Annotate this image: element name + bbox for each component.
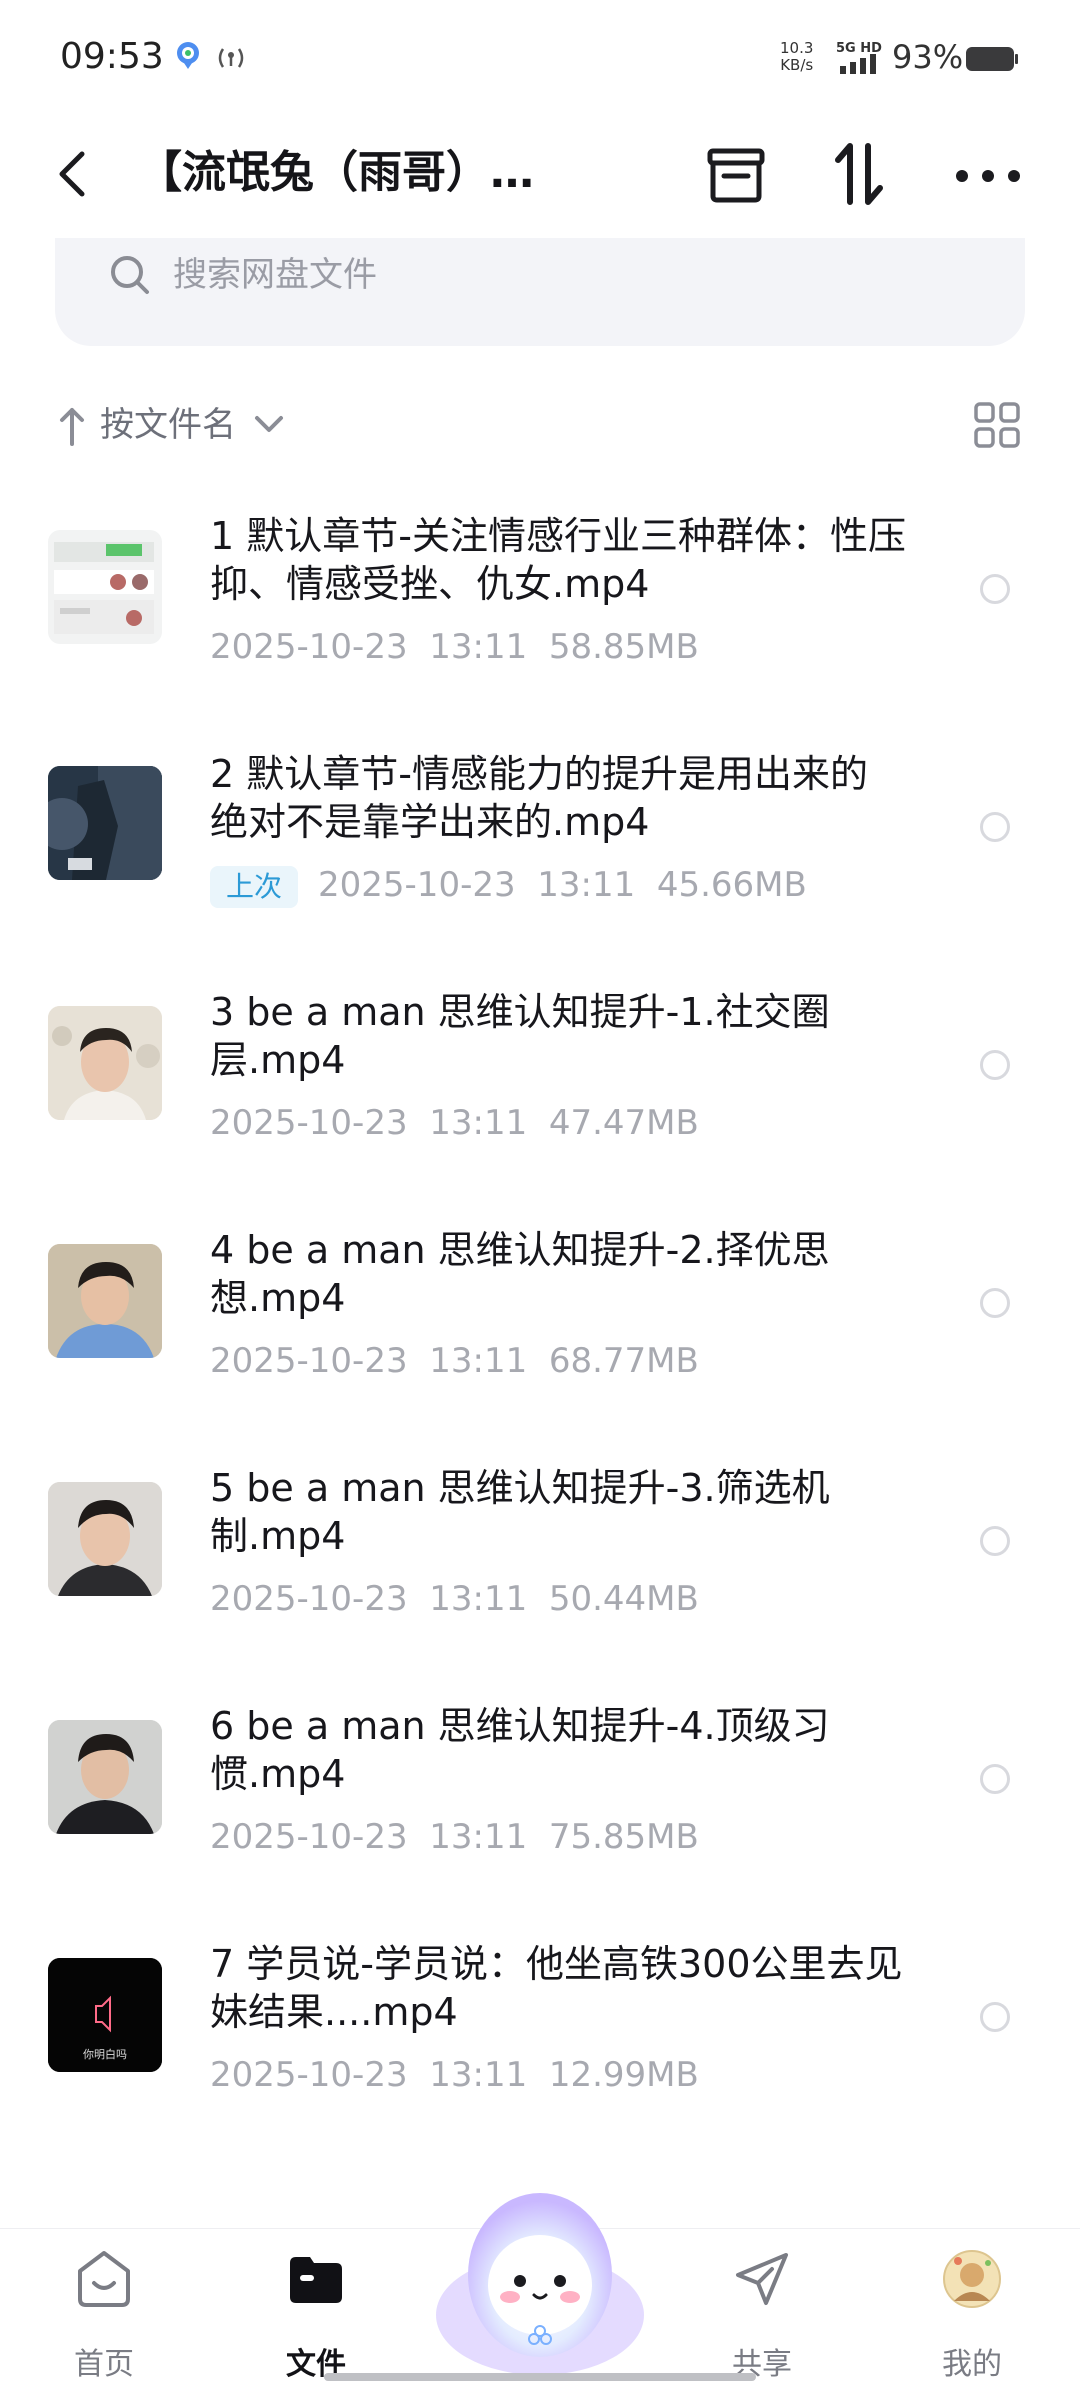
archive-button[interactable] <box>696 134 776 214</box>
sort-direction-icon[interactable] <box>56 404 88 448</box>
select-radio[interactable] <box>980 812 1010 842</box>
grid-view-icon[interactable] <box>972 400 1022 450</box>
sort-transfer-icon <box>835 143 883 205</box>
search-bar[interactable]: 搜索网盘文件 <box>55 238 1025 346</box>
archive-icon <box>707 148 765 203</box>
svg-text:5G HD: 5G HD <box>836 41 882 56</box>
thumbnail-caption: 你明白吗 <box>83 2048 127 2061</box>
nav-share[interactable]: 共享 <box>692 2249 832 2382</box>
file-row[interactable]: 5 be a man 思维认知提升-3.筛选机制.mp4 2025-10-23 … <box>0 1422 1080 1660</box>
nav-me-label: 我的 <box>942 2347 1002 2382</box>
home-indicator[interactable] <box>324 2373 756 2381</box>
video-thumbnail <box>48 766 162 880</box>
last-viewed-badge: 上次 <box>210 866 299 908</box>
select-radio[interactable] <box>980 1288 1010 1318</box>
file-meta: 2025-10-23 13:11 75.85MB <box>210 1817 699 1857</box>
select-radio[interactable] <box>980 2002 1010 2032</box>
file-meta: 2025-10-23 13:11 58.85MB <box>210 627 699 667</box>
file-meta: 2025-10-23 13:11 12.99MB <box>210 2055 699 2095</box>
file-name: 3 be a man 思维认知提升-1.社交圈层.mp4 <box>210 990 830 1082</box>
file-name: 6 be a man 思维认知提升-4.顶级习惯.mp4 <box>210 1704 830 1796</box>
file-row[interactable]: 4 be a man 思维认知提升-2.择优思想.mp4 2025-10-23 … <box>0 1184 1080 1422</box>
search-input[interactable]: 搜索网盘文件 <box>173 252 377 298</box>
battery-percent: 93% <box>892 38 964 76</box>
share-icon <box>736 2253 788 2305</box>
signal-icon: 5G HD <box>836 41 882 74</box>
search-icon <box>111 256 149 294</box>
video-thumbnail <box>48 1482 162 1596</box>
sort-transfer-button[interactable] <box>820 134 900 214</box>
file-name: 1 默认章节-关注情感行业三种群体：性压抑、情感受挫、仇女.mp4 <box>210 514 906 606</box>
nav-files[interactable]: 文件 <box>246 2249 386 2382</box>
avatar-icon <box>943 2250 1001 2308</box>
file-row[interactable]: 1 默认章节-关注情感行业三种群体：性压抑、情感受挫、仇女.mp4 2025-1… <box>0 470 1080 708</box>
video-thumbnail: 你明白吗 <box>48 1958 162 2072</box>
video-thumbnail <box>48 1244 162 1358</box>
more-icon <box>956 170 1020 182</box>
nav-me[interactable]: 我的 <box>902 2249 1042 2382</box>
mascot-assistant-button[interactable] <box>430 2165 650 2375</box>
location-icon <box>177 42 199 69</box>
sort-by-name-button[interactable]: 按文件名 <box>100 402 236 448</box>
file-row[interactable]: 2 默认章节-情感能力的提升是用出来的 绝对不是靠学出来的.mp4 上次 2025… <box>0 708 1080 946</box>
more-button[interactable] <box>948 134 1028 214</box>
home-icon <box>78 2251 130 2307</box>
file-meta: 2025-10-23 13:11 47.47MB <box>210 1103 699 1143</box>
file-row[interactable]: 3 be a man 思维认知提升-1.社交圈层.mp4 2025-10-23 … <box>0 946 1080 1184</box>
sort-row: 按文件名 <box>0 390 1080 460</box>
status-bar: 09:53 10.3 KB/s 5G HD 93% <box>0 0 1080 120</box>
file-name: 5 be a man 思维认知提升-3.筛选机制.mp4 <box>210 1466 830 1558</box>
select-radio[interactable] <box>980 1050 1010 1080</box>
select-radio[interactable] <box>980 574 1010 604</box>
file-row[interactable]: 6 be a man 思维认知提升-4.顶级习惯.mp4 2025-10-23 … <box>0 1660 1080 1898</box>
nav-home-label: 首页 <box>74 2347 134 2382</box>
folder-title: 【流氓兔（雨哥）… <box>138 147 534 198</box>
file-name: 7 学员说-学员说：他坐高铁300公里去见妹结果....mp4 <box>210 1942 903 2034</box>
video-thumbnail <box>48 1720 162 1834</box>
top-bar: 【流氓兔（雨哥）… <box>0 120 1080 230</box>
back-icon[interactable] <box>52 146 92 202</box>
select-radio[interactable] <box>980 1526 1010 1556</box>
video-thumbnail <box>48 530 162 644</box>
video-thumbnail <box>48 1006 162 1120</box>
network-speed: 10.3 KB/s <box>780 39 814 74</box>
file-meta: 2025-10-23 13:11 50.44MB <box>210 1579 699 1619</box>
nfc-icon <box>218 48 244 68</box>
status-time: 09:53 <box>60 36 164 77</box>
select-radio[interactable] <box>980 1764 1010 1794</box>
file-name: 2 默认章节-情感能力的提升是用出来的 绝对不是靠学出来的.mp4 <box>210 752 868 844</box>
chevron-down-icon[interactable] <box>252 410 286 440</box>
file-meta: 上次 2025-10-23 13:11 45.66MB <box>210 862 807 908</box>
file-name: 4 be a man 思维认知提升-2.择优思想.mp4 <box>210 1228 830 1320</box>
file-meta: 2025-10-23 13:11 68.77MB <box>210 1341 699 1381</box>
battery-icon <box>966 47 1018 71</box>
folder-icon <box>290 2257 342 2303</box>
nav-home[interactable]: 首页 <box>34 2249 174 2382</box>
file-row[interactable]: 你明白吗 7 学员说-学员说：他坐高铁300公里去见妹结果....mp4 202… <box>0 1898 1080 2136</box>
